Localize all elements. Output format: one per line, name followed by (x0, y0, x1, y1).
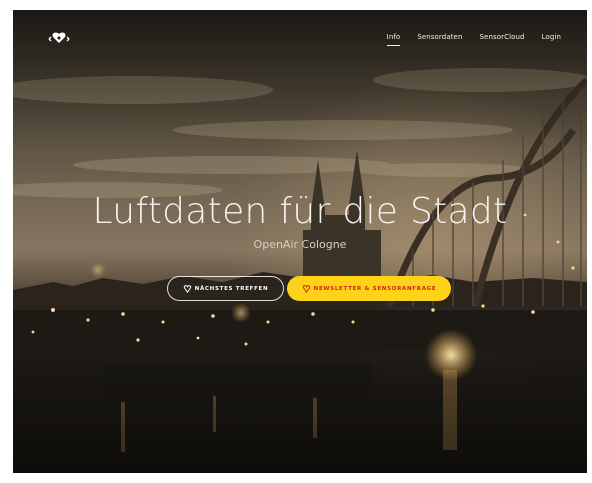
heart-shield-icon (302, 284, 310, 293)
next-meeting-button[interactable]: NÄCHSTES TREFFEN (167, 276, 284, 301)
top-navigation: Info Sensordaten SensorCloud Login (13, 31, 587, 51)
nav-menu: Info Sensordaten SensorCloud Login (386, 33, 561, 46)
nav-item-login[interactable]: Login (542, 33, 561, 41)
next-meeting-label: NÄCHSTES TREFFEN (194, 285, 269, 292)
openair-logo-icon[interactable] (47, 31, 71, 47)
hero-section: Info Sensordaten SensorCloud Login Luftd… (13, 10, 587, 473)
hero-subtitle: OpenAir Cologne (253, 238, 347, 251)
newsletter-label: NEWSLETTER & SENSORANFRAGE (313, 285, 437, 292)
hero-title: Luftdaten für die Stadt (92, 191, 508, 232)
nav-item-sensorcloud[interactable]: SensorCloud (480, 33, 525, 41)
newsletter-button[interactable]: NEWSLETTER & SENSORANFRAGE (287, 276, 451, 301)
nav-item-info[interactable]: Info (386, 33, 401, 46)
heart-shield-icon (183, 284, 191, 293)
nav-item-sensordaten[interactable]: Sensordaten (417, 33, 462, 41)
